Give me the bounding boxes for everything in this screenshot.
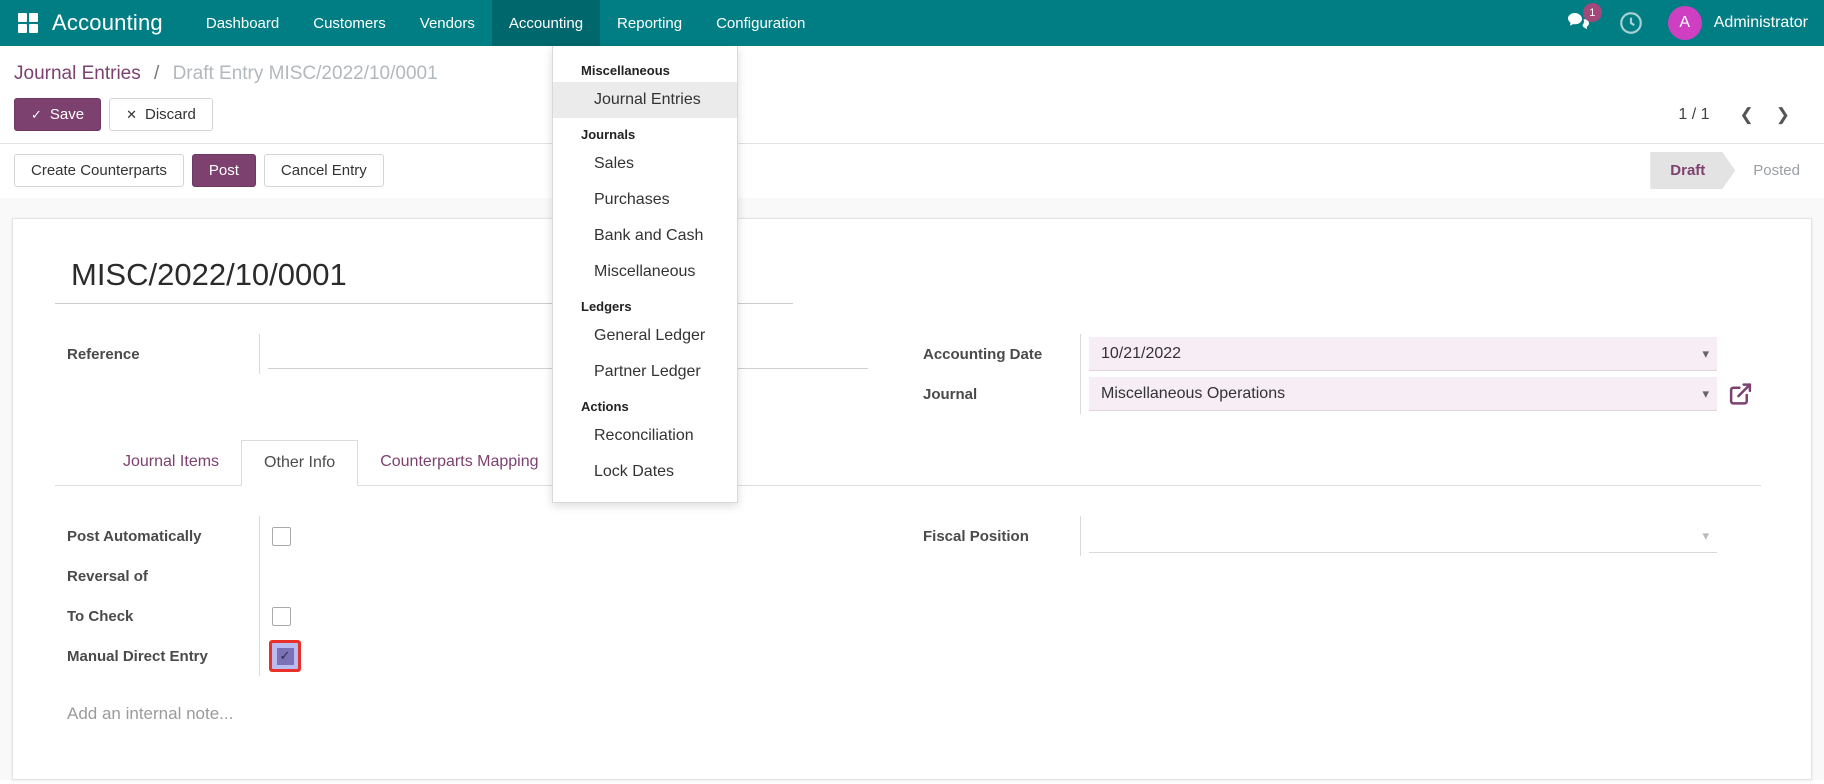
to-check-label: To Check bbox=[55, 596, 260, 636]
status-draft[interactable]: Draft bbox=[1650, 152, 1735, 189]
accounting-date-label: Accounting Date bbox=[911, 334, 1081, 374]
post-automatically-checkbox[interactable]: ✓ bbox=[272, 526, 291, 546]
caret-down-icon[interactable]: ▾ bbox=[1702, 386, 1709, 402]
avatar[interactable]: A bbox=[1667, 6, 1702, 40]
reference-label: Reference bbox=[55, 334, 260, 374]
status-posted[interactable]: Posted bbox=[1735, 152, 1824, 189]
dropdown-heading-actions: Actions bbox=[581, 399, 629, 414]
accounting-date-field-row: Accounting Date 10/21/2022 ▾ bbox=[911, 334, 1761, 374]
close-icon: ✕ bbox=[126, 106, 138, 122]
reversal-of-row: Reversal of bbox=[55, 556, 871, 596]
other-info-panel: Post Automatically ✓ Reversal of To Chec… bbox=[55, 516, 1761, 676]
create-counterparts-button[interactable]: Create Counterparts bbox=[14, 154, 184, 187]
user-name: Administrator bbox=[1713, 14, 1808, 31]
accounting-app: Accounting Dashboard Customers Vendors A… bbox=[0, 0, 1824, 784]
check-icon: ✓ bbox=[31, 106, 42, 122]
messages-badge: 1 bbox=[1582, 3, 1602, 22]
topbar-right-tools: 1 A Administrator bbox=[1564, 0, 1824, 46]
discard-button-label: Discard bbox=[145, 106, 196, 123]
breadcrumb-journal-entries[interactable]: Journal Entries bbox=[14, 63, 141, 84]
dropdown-item-journal-entries[interactable]: Journal Entries bbox=[553, 82, 737, 118]
reference-field-row: Reference bbox=[55, 334, 871, 374]
pager-previous-button[interactable]: ❮ bbox=[1734, 103, 1760, 127]
post-button[interactable]: Post bbox=[191, 154, 256, 187]
app-brand-title[interactable]: Accounting bbox=[52, 10, 163, 36]
save-button[interactable]: ✓ Save bbox=[14, 98, 102, 131]
discard-button[interactable]: ✕ Discard bbox=[109, 98, 213, 131]
control-panel: Journal Entries / Draft Entry MISC/2022/… bbox=[0, 46, 1824, 143]
dropdown-item-sales[interactable]: Sales bbox=[553, 146, 737, 182]
manual-direct-entry-checkbox[interactable]: ✓ bbox=[272, 643, 298, 669]
to-check-row: To Check ✓ bbox=[55, 596, 871, 636]
menu-vendors[interactable]: Vendors bbox=[403, 0, 492, 46]
form-sheet: MISC/2022/10/0001 Reference Accounting D… bbox=[12, 218, 1812, 780]
fiscal-position-label: Fiscal Position bbox=[911, 516, 1081, 556]
cancel-entry-button[interactable]: Cancel Entry bbox=[263, 154, 384, 187]
fiscal-position-select[interactable]: ▾ bbox=[1089, 519, 1717, 553]
accounting-dropdown-menu: Miscellaneous Journal Entries Journals S… bbox=[552, 46, 738, 503]
menu-customers[interactable]: Customers bbox=[296, 0, 403, 46]
top-field-group: Reference Accounting Date 10/21/2022 ▾ J… bbox=[55, 334, 1761, 414]
tab-journal-items[interactable]: Journal Items bbox=[101, 440, 241, 485]
external-link-icon[interactable] bbox=[1728, 382, 1753, 407]
dropdown-item-purchases[interactable]: Purchases bbox=[553, 182, 737, 218]
notebook-tabs: Journal Items Other Info Counterparts Ma… bbox=[55, 440, 1761, 486]
journal-value: Miscellaneous Operations bbox=[1101, 384, 1286, 402]
post-automatically-label: Post Automatically bbox=[55, 516, 260, 556]
tab-counterparts-mapping[interactable]: Counterparts Mapping bbox=[358, 440, 560, 485]
dropdown-item-lock-dates[interactable]: Lock Dates bbox=[553, 454, 737, 490]
dropdown-item-bank-and-cash[interactable]: Bank and Cash bbox=[553, 218, 737, 254]
content-area: MISC/2022/10/0001 Reference Accounting D… bbox=[0, 198, 1824, 780]
messages-icon[interactable]: 1 bbox=[1564, 3, 1602, 36]
save-button-label: Save bbox=[49, 106, 85, 123]
dropdown-item-partner-ledger[interactable]: Partner Ledger bbox=[553, 354, 737, 390]
top-navbar: Accounting Dashboard Customers Vendors A… bbox=[0, 0, 1824, 46]
pager-counter: 1 / 1 bbox=[1678, 105, 1710, 123]
menu-configuration[interactable]: Configuration bbox=[699, 0, 822, 46]
dropdown-heading-journals: Journals bbox=[581, 127, 636, 142]
reversal-of-label: Reversal of bbox=[55, 556, 260, 596]
accounting-date-value: 10/21/2022 bbox=[1101, 344, 1182, 362]
to-check-checkbox[interactable]: ✓ bbox=[272, 606, 291, 626]
journal-select[interactable]: Miscellaneous Operations ▾ bbox=[1089, 377, 1717, 411]
dropdown-heading-ledgers: Ledgers bbox=[581, 299, 632, 314]
activities-clock-icon[interactable] bbox=[1618, 10, 1644, 36]
post-automatically-row: Post Automatically ✓ bbox=[55, 516, 871, 556]
manual-direct-entry-label: Manual Direct Entry bbox=[55, 636, 260, 676]
accounting-date-input[interactable]: 10/21/2022 ▾ bbox=[1089, 337, 1717, 371]
menu-dashboard[interactable]: Dashboard bbox=[189, 0, 296, 46]
breadcrumb: Journal Entries / Draft Entry MISC/2022/… bbox=[14, 59, 1810, 89]
user-menu[interactable]: A Administrator bbox=[1667, 6, 1808, 40]
dropdown-item-reconciliation[interactable]: Reconciliation bbox=[553, 418, 737, 454]
caret-down-icon[interactable]: ▾ bbox=[1702, 528, 1709, 544]
breadcrumb-current: Draft Entry MISC/2022/10/0001 bbox=[172, 63, 438, 84]
menu-reporting[interactable]: Reporting bbox=[600, 0, 699, 46]
pager-next-button[interactable]: ❯ bbox=[1770, 103, 1796, 127]
fiscal-position-row: Fiscal Position ▾ bbox=[911, 516, 1761, 556]
apps-menu-icon[interactable] bbox=[18, 13, 38, 33]
dropdown-item-miscellaneous[interactable]: Miscellaneous bbox=[553, 254, 737, 290]
manual-direct-entry-row: Manual Direct Entry ✓ bbox=[55, 636, 871, 676]
caret-down-icon[interactable]: ▾ bbox=[1702, 346, 1709, 362]
checkmark-icon: ✓ bbox=[276, 647, 294, 665]
tab-other-info[interactable]: Other Info bbox=[241, 440, 359, 486]
dropdown-item-general-ledger[interactable]: General Ledger bbox=[553, 318, 737, 354]
journal-field-row: Journal Miscellaneous Operations ▾ bbox=[911, 374, 1761, 414]
dropdown-heading-miscellaneous: Miscellaneous bbox=[581, 63, 670, 78]
control-panel-buttons-row: ✓ Save ✕ Discard 1 / 1 ❮ ❯ bbox=[14, 98, 1810, 131]
brand-area: Accounting bbox=[0, 0, 189, 46]
top-menu: Dashboard Customers Vendors Accounting R… bbox=[189, 0, 822, 46]
breadcrumb-separator: / bbox=[154, 63, 160, 84]
action-bar: Create Counterparts Post Cancel Entry Dr… bbox=[0, 143, 1824, 198]
pager: 1 / 1 ❮ ❯ bbox=[1678, 103, 1810, 127]
menu-accounting[interactable]: Accounting bbox=[491, 0, 601, 46]
journal-label: Journal bbox=[911, 374, 1081, 414]
statusbar: Draft Posted bbox=[1650, 152, 1824, 189]
internal-note-input[interactable]: Add an internal note... bbox=[55, 704, 1761, 754]
